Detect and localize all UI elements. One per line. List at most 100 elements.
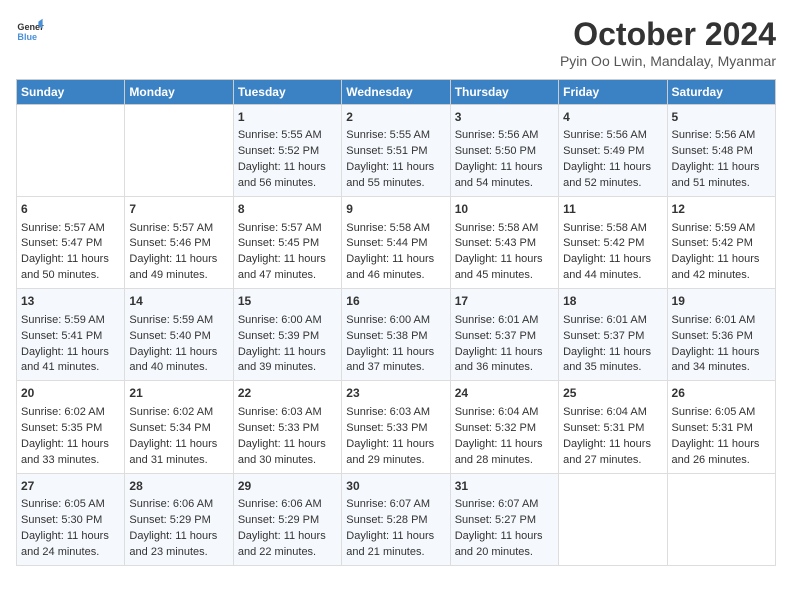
day-number: 11 xyxy=(563,201,662,218)
day-number: 28 xyxy=(129,478,228,495)
day-number: 31 xyxy=(455,478,554,495)
cell-text: Sunset: 5:35 PM xyxy=(21,421,120,437)
calendar-cell: 23Sunrise: 6:03 AMSunset: 5:33 PMDayligh… xyxy=(342,381,450,473)
cell-text: Sunrise: 6:03 AM xyxy=(346,405,445,421)
cell-text: Sunrise: 5:57 AM xyxy=(238,221,337,237)
cell-text: Daylight: 11 hours and 27 minutes. xyxy=(563,437,662,469)
cell-text: Daylight: 11 hours and 41 minutes. xyxy=(21,345,120,377)
week-row-4: 20Sunrise: 6:02 AMSunset: 5:35 PMDayligh… xyxy=(17,381,776,473)
cell-text: Daylight: 11 hours and 26 minutes. xyxy=(672,437,771,469)
header-row: SundayMondayTuesdayWednesdayThursdayFrid… xyxy=(17,80,776,105)
calendar-cell: 9Sunrise: 5:58 AMSunset: 5:44 PMDaylight… xyxy=(342,197,450,289)
calendar-cell: 17Sunrise: 6:01 AMSunset: 5:37 PMDayligh… xyxy=(450,289,558,381)
week-row-1: 1Sunrise: 5:55 AMSunset: 5:52 PMDaylight… xyxy=(17,105,776,197)
cell-text: Sunset: 5:42 PM xyxy=(672,236,771,252)
cell-text: Daylight: 11 hours and 29 minutes. xyxy=(346,437,445,469)
calendar-cell: 24Sunrise: 6:04 AMSunset: 5:32 PMDayligh… xyxy=(450,381,558,473)
cell-text: Sunset: 5:45 PM xyxy=(238,236,337,252)
day-number: 27 xyxy=(21,478,120,495)
cell-text: Sunset: 5:49 PM xyxy=(563,144,662,160)
day-number: 3 xyxy=(455,109,554,126)
cell-text: Daylight: 11 hours and 52 minutes. xyxy=(563,160,662,192)
calendar-cell: 20Sunrise: 6:02 AMSunset: 5:35 PMDayligh… xyxy=(17,381,125,473)
cell-text: Sunset: 5:37 PM xyxy=(563,329,662,345)
cell-text: Sunset: 5:46 PM xyxy=(129,236,228,252)
week-row-5: 27Sunrise: 6:05 AMSunset: 5:30 PMDayligh… xyxy=(17,473,776,565)
cell-text: Sunrise: 6:07 AM xyxy=(346,497,445,513)
day-number: 10 xyxy=(455,201,554,218)
cell-text: Sunset: 5:39 PM xyxy=(238,329,337,345)
calendar-table: SundayMondayTuesdayWednesdayThursdayFrid… xyxy=(16,79,776,566)
cell-text: Sunrise: 6:07 AM xyxy=(455,497,554,513)
cell-text: Sunset: 5:33 PM xyxy=(238,421,337,437)
day-number: 20 xyxy=(21,385,120,402)
day-number: 9 xyxy=(346,201,445,218)
cell-text: Sunrise: 5:56 AM xyxy=(455,128,554,144)
calendar-cell: 13Sunrise: 5:59 AMSunset: 5:41 PMDayligh… xyxy=(17,289,125,381)
calendar-cell: 6Sunrise: 5:57 AMSunset: 5:47 PMDaylight… xyxy=(17,197,125,289)
week-row-3: 13Sunrise: 5:59 AMSunset: 5:41 PMDayligh… xyxy=(17,289,776,381)
cell-text: Sunrise: 5:56 AM xyxy=(563,128,662,144)
cell-text: Sunrise: 6:05 AM xyxy=(672,405,771,421)
day-number: 17 xyxy=(455,293,554,310)
day-number: 26 xyxy=(672,385,771,402)
cell-text: Daylight: 11 hours and 20 minutes. xyxy=(455,529,554,561)
cell-text: Sunset: 5:42 PM xyxy=(563,236,662,252)
cell-text: Sunrise: 5:59 AM xyxy=(21,313,120,329)
calendar-cell: 18Sunrise: 6:01 AMSunset: 5:37 PMDayligh… xyxy=(559,289,667,381)
calendar-cell: 12 Sunrise: 5:59 AMSunset: 5:42 PMDayligh… xyxy=(667,197,775,289)
day-number: 18 xyxy=(563,293,662,310)
cell-text: Sunrise: 6:05 AM xyxy=(21,497,120,513)
calendar-cell: 29Sunrise: 6:06 AMSunset: 5:29 PMDayligh… xyxy=(233,473,341,565)
day-number: 12 xyxy=(672,201,771,218)
cell-text: Sunset: 5:34 PM xyxy=(129,421,228,437)
calendar-cell xyxy=(125,105,233,197)
cell-text: Sunrise: 6:02 AM xyxy=(129,405,228,421)
calendar-cell: 30Sunrise: 6:07 AMSunset: 5:28 PMDayligh… xyxy=(342,473,450,565)
calendar-cell: 14Sunrise: 5:59 AMSunset: 5:40 PMDayligh… xyxy=(125,289,233,381)
cell-text: Daylight: 11 hours and 56 minutes. xyxy=(238,160,337,192)
cell-text: Daylight: 11 hours and 22 minutes. xyxy=(238,529,337,561)
calendar-cell xyxy=(17,105,125,197)
cell-text: Sunrise: 5:58 AM xyxy=(563,221,662,237)
cell-text: Sunrise: 6:01 AM xyxy=(672,313,771,329)
cell-text: Daylight: 11 hours and 34 minutes. xyxy=(672,345,771,377)
cell-text: Sunset: 5:33 PM xyxy=(346,421,445,437)
day-number: 14 xyxy=(129,293,228,310)
cell-text: Sunset: 5:31 PM xyxy=(672,421,771,437)
cell-text: Daylight: 11 hours and 49 minutes. xyxy=(129,252,228,284)
cell-text: Daylight: 11 hours and 42 minutes. xyxy=(672,252,771,284)
calendar-cell: 5Sunrise: 5:56 AMSunset: 5:48 PMDaylight… xyxy=(667,105,775,197)
cell-text: Sunset: 5:37 PM xyxy=(455,329,554,345)
column-header-monday: Monday xyxy=(125,80,233,105)
logo-icon: General Blue xyxy=(16,16,44,44)
cell-text: Daylight: 11 hours and 39 minutes. xyxy=(238,345,337,377)
logo: General Blue General Blue xyxy=(16,16,44,44)
calendar-cell: 3Sunrise: 5:56 AMSunset: 5:50 PMDaylight… xyxy=(450,105,558,197)
day-number: 2 xyxy=(346,109,445,126)
cell-text: Daylight: 11 hours and 55 minutes. xyxy=(346,160,445,192)
cell-text: Sunrise: 5:57 AM xyxy=(21,221,120,237)
cell-text: Sunrise: 6:04 AM xyxy=(563,405,662,421)
cell-text: Sunset: 5:29 PM xyxy=(238,513,337,529)
calendar-cell: 16Sunrise: 6:00 AMSunset: 5:38 PMDayligh… xyxy=(342,289,450,381)
cell-text: Daylight: 11 hours and 36 minutes. xyxy=(455,345,554,377)
cell-text: Sunrise: 5:58 AM xyxy=(346,221,445,237)
cell-text: Daylight: 11 hours and 40 minutes. xyxy=(129,345,228,377)
cell-text: Sunrise: 5:55 AM xyxy=(238,128,337,144)
cell-text: Sunset: 5:48 PM xyxy=(672,144,771,160)
cell-text: Daylight: 11 hours and 44 minutes. xyxy=(563,252,662,284)
day-number: 30 xyxy=(346,478,445,495)
cell-text: Sunset: 5:29 PM xyxy=(129,513,228,529)
day-number: 5 xyxy=(672,109,771,126)
cell-text: Sunrise: 5:59 AM xyxy=(672,221,771,237)
column-header-wednesday: Wednesday xyxy=(342,80,450,105)
calendar-cell: 22Sunrise: 6:03 AMSunset: 5:33 PMDayligh… xyxy=(233,381,341,473)
day-number: 19 xyxy=(672,293,771,310)
cell-text: Daylight: 11 hours and 45 minutes. xyxy=(455,252,554,284)
cell-text: Daylight: 11 hours and 23 minutes. xyxy=(129,529,228,561)
cell-text: Daylight: 11 hours and 24 minutes. xyxy=(21,529,120,561)
day-number: 8 xyxy=(238,201,337,218)
cell-text: Sunrise: 6:00 AM xyxy=(346,313,445,329)
cell-text: Daylight: 11 hours and 33 minutes. xyxy=(21,437,120,469)
